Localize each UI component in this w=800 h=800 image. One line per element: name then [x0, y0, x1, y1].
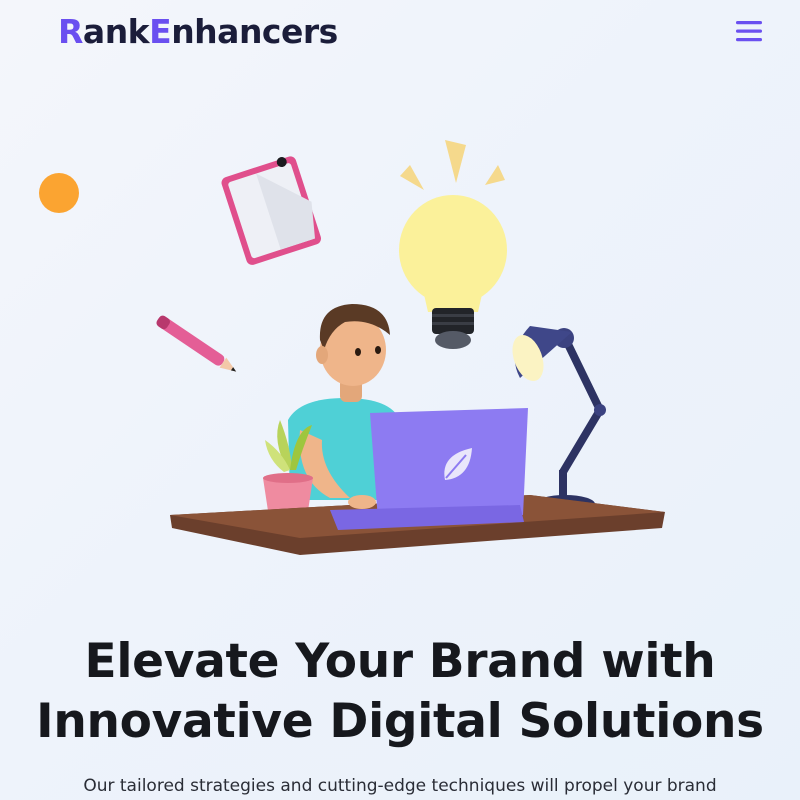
hero-illustration — [0, 110, 800, 580]
orange-dot — [39, 173, 79, 213]
headline-line-1: Elevate Your Brand with — [84, 634, 716, 689]
light-bulb-icon — [399, 195, 507, 349]
logo-mark: R — [58, 12, 83, 51]
hero-subtext: Our tailored strategies and cutting-edge… — [83, 776, 717, 796]
headline-line-2: Innovative Digital Solutions — [36, 694, 764, 749]
light-rays — [400, 140, 505, 190]
hamburger-menu-icon — [736, 21, 762, 42]
brand-name-accent: E — [149, 12, 172, 51]
site-header: Rank Enhancers — [0, 0, 800, 70]
brand-name-part1: ank — [82, 12, 150, 51]
brand-logo[interactable]: Rank Enhancers — [58, 12, 338, 51]
person-working-on-laptop-illustration — [39, 140, 665, 555]
brand-name-part2: nhancers — [171, 12, 338, 51]
hamburger-menu-button[interactable] — [734, 18, 764, 44]
hero-headline: Elevate Your Brand with Innovative Digit… — [0, 632, 800, 752]
pencil-icon — [156, 315, 237, 372]
notepad-icon — [221, 156, 322, 265]
